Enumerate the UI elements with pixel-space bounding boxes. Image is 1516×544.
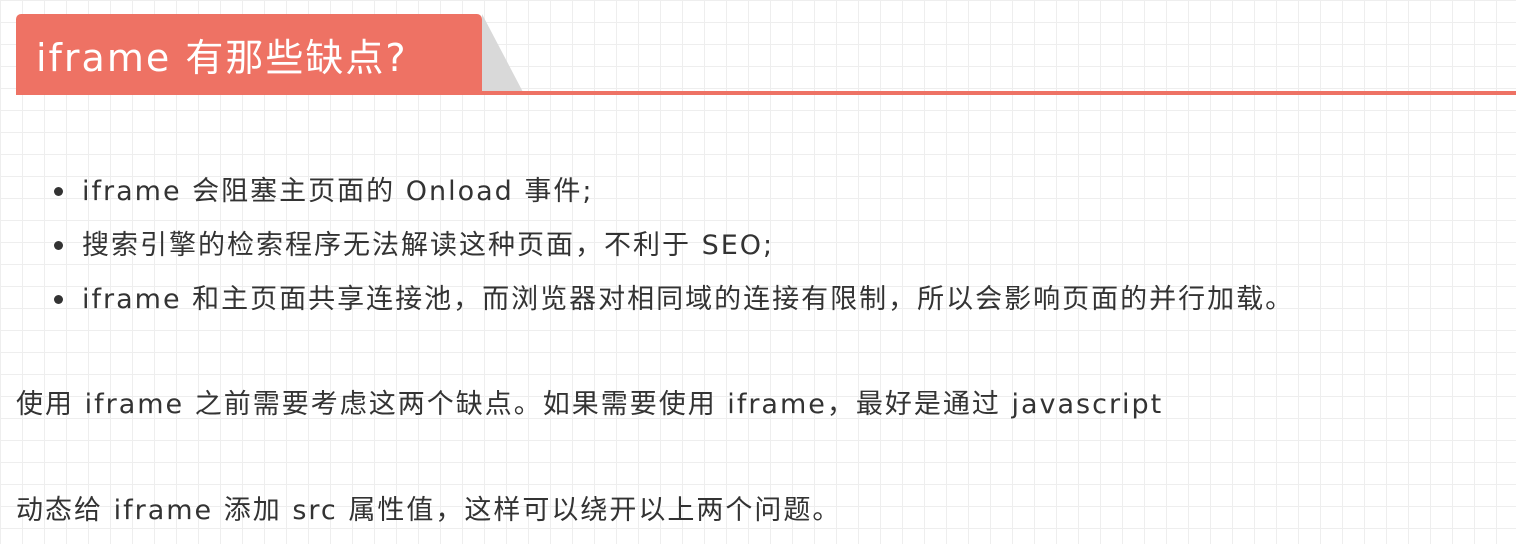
bullet-dot-icon: [54, 241, 63, 250]
paragraph: 使用 iframe 之前需要考虑这两个缺点。如果需要使用 iframe，最好是通…: [16, 389, 1164, 420]
list-item: 搜索引擎的检索程序无法解读这种页面，不利于 SEO;: [50, 219, 1294, 273]
bullet-list: iframe 会阻塞主页面的 Onload 事件; 搜索引擎的检索程序无法解读这…: [50, 165, 1294, 327]
heading-underline: [16, 91, 1516, 95]
bullet-dot-icon: [54, 187, 63, 196]
list-item: iframe 和主页面共享连接池，而浏览器对相同域的连接有限制，所以会影响页面的…: [50, 273, 1294, 327]
list-item-text: 搜索引擎的检索程序无法解读这种页面，不利于 SEO;: [82, 230, 775, 261]
heading-banner: iframe 有那些缺点?: [16, 14, 482, 94]
heading-title: iframe 有那些缺点?: [36, 35, 408, 80]
list-item: iframe 会阻塞主页面的 Onload 事件;: [50, 165, 1294, 219]
list-item-text: iframe 会阻塞主页面的 Onload 事件;: [82, 176, 594, 207]
paragraph: 动态给 iframe 添加 src 属性值，这样可以绕开以上两个问题。: [16, 495, 842, 526]
heading-fold-decoration: [482, 14, 524, 94]
bullet-dot-icon: [54, 295, 63, 304]
section-heading: iframe 有那些缺点?: [16, 14, 1516, 96]
list-item-text: iframe 和主页面共享连接池，而浏览器对相同域的连接有限制，所以会影响页面的…: [82, 284, 1295, 315]
